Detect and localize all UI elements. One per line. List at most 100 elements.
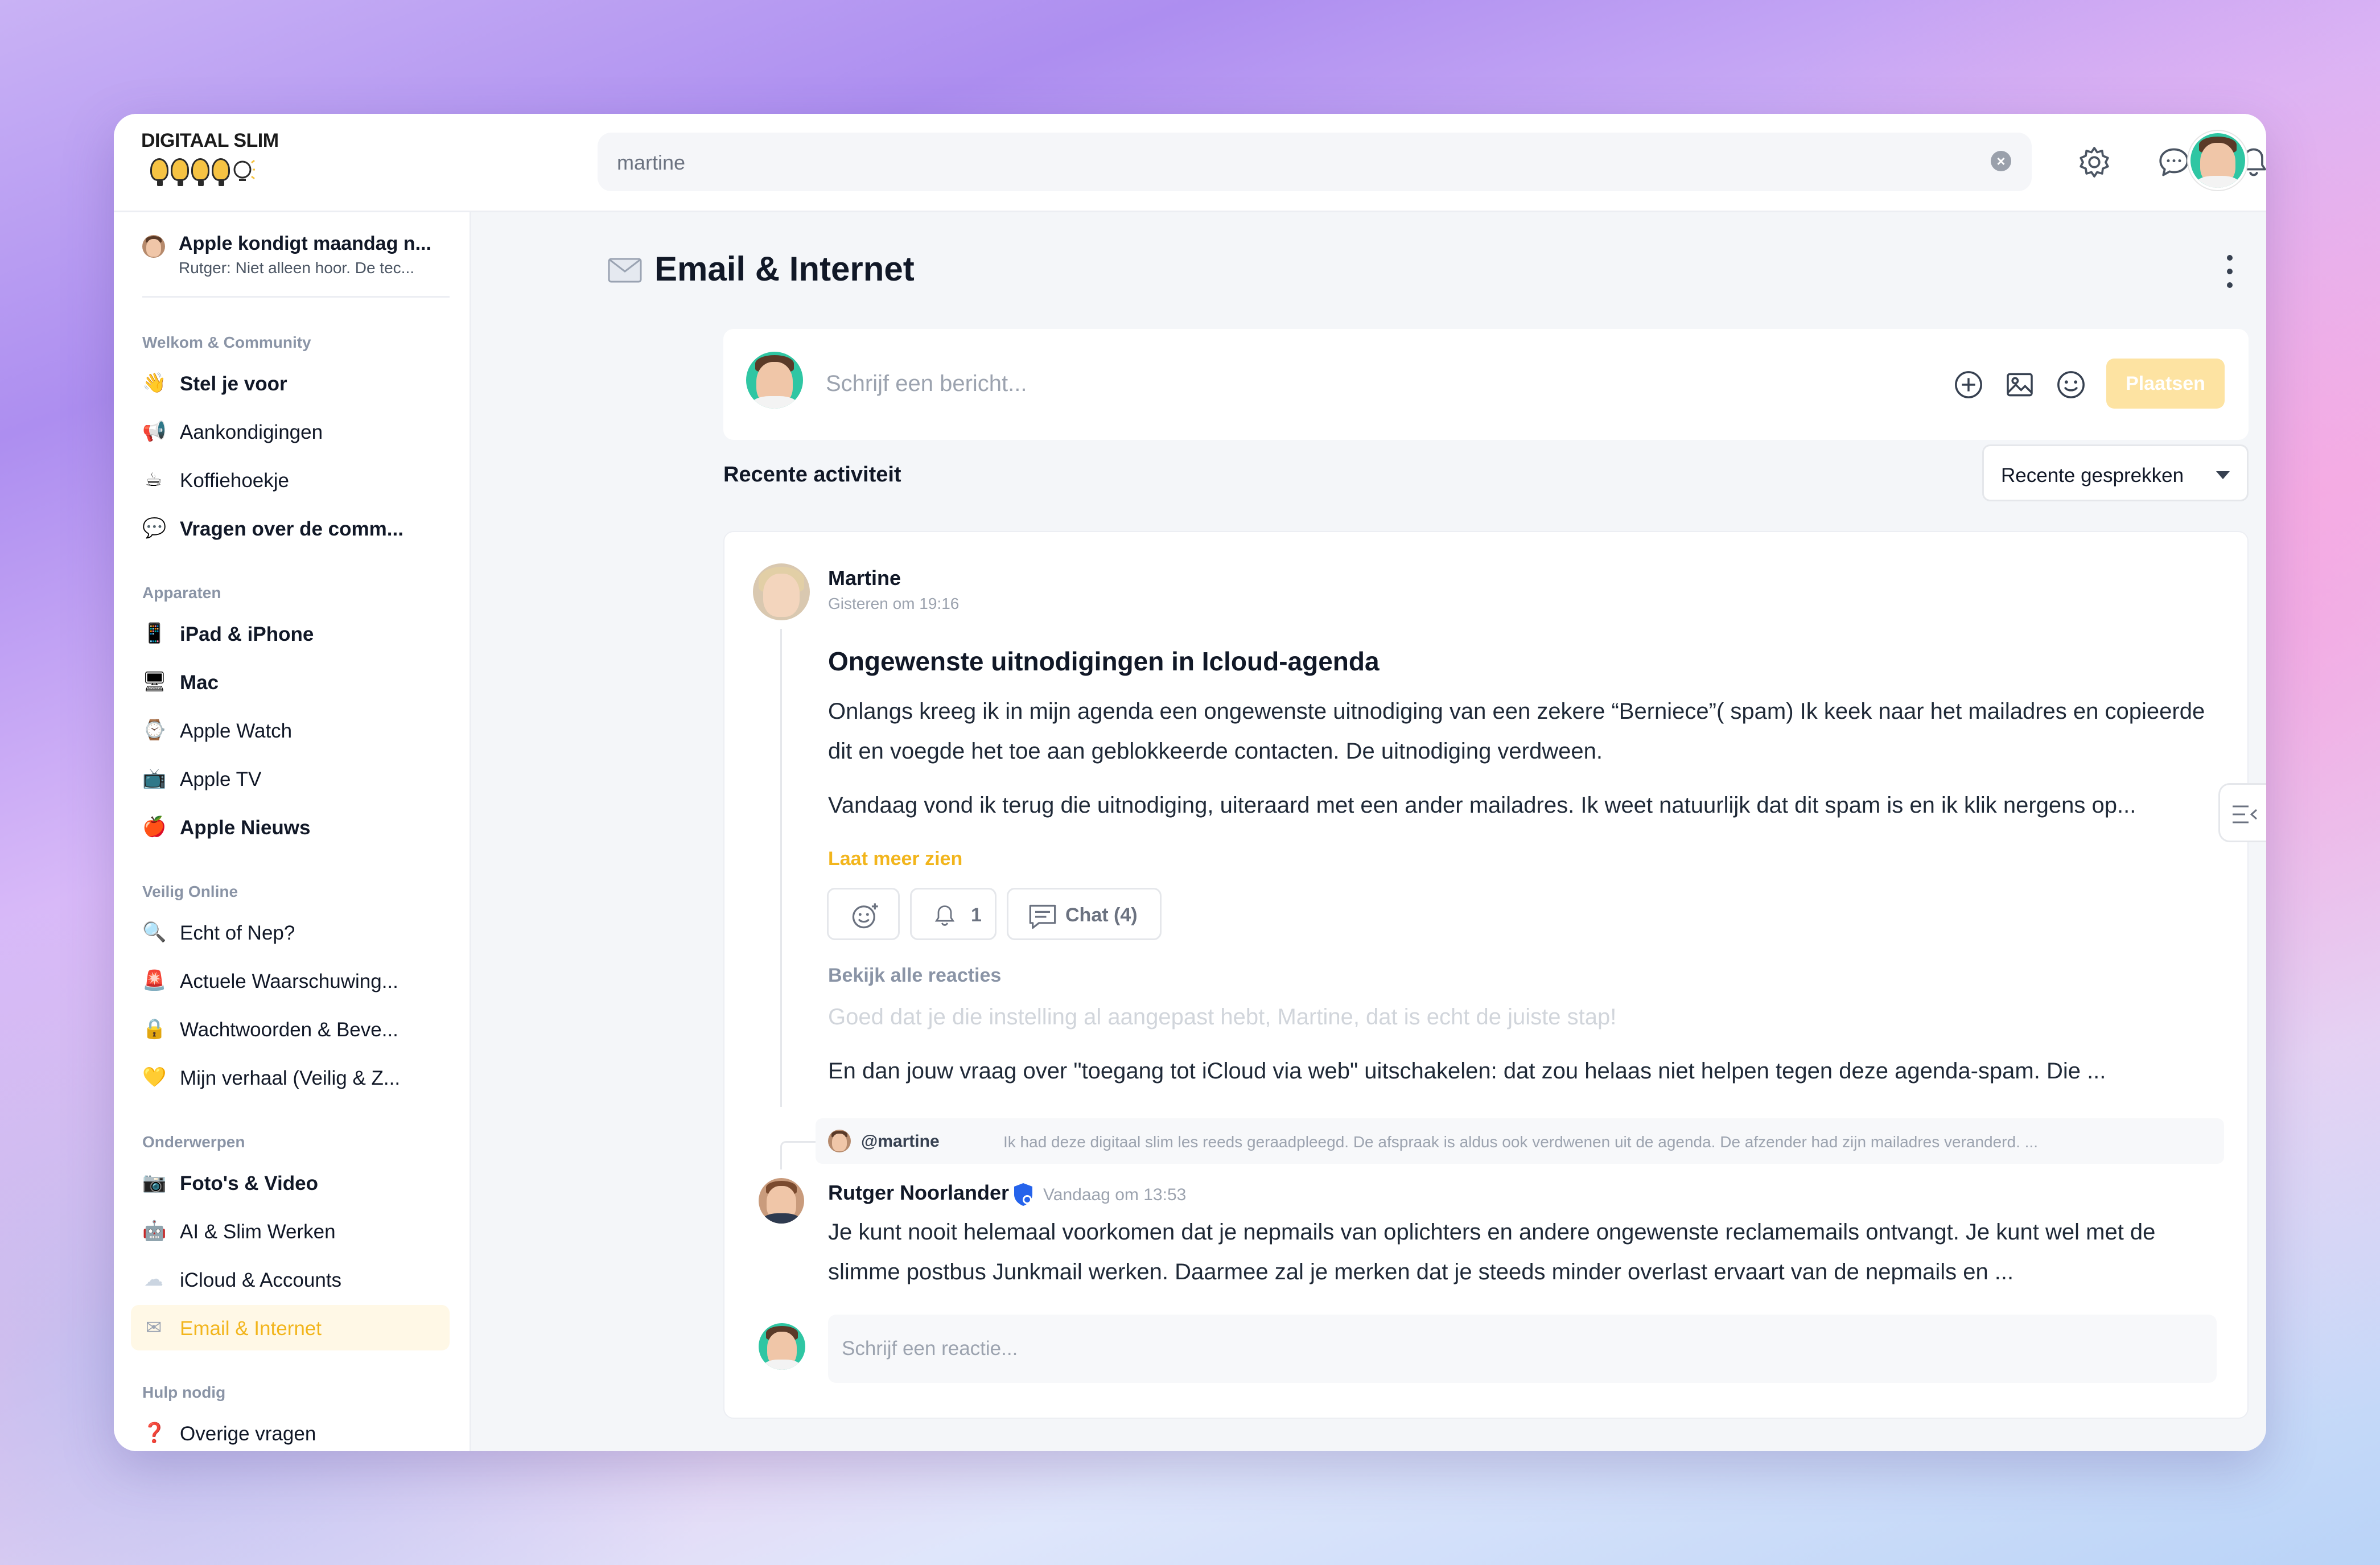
sidebar-item-icloud-accounts[interactable]: ☁ iCloud & Accounts [131,1257,450,1302]
post-body: Onlangs kreeg ik in mijn agenda een onge… [828,699,2205,764]
post-composer: Schrijf een bericht... Plaatsen [723,329,2249,440]
more-options-icon[interactable] [2227,255,2234,295]
add-icon[interactable] [1953,369,1984,401]
image-icon[interactable] [2004,369,2036,401]
logo[interactable]: DIGITAAL SLIM [141,130,289,198]
sidebar-item-aankondigingen[interactable]: 📢 Aankondigingen [131,409,450,454]
section-heading: Onderwerpen [142,1133,245,1151]
sidebar-item-overige-vragen[interactable]: ❓ Overige vragen [131,1410,450,1451]
watch-icon: ⌚ [142,719,167,741]
sidebar-item-apple-watch[interactable]: ⌚ Apple Watch [131,707,450,753]
sidebar-item-label: Echt of Nep? [180,922,295,944]
sidebar-item-label: Apple TV [180,768,262,790]
react-button[interactable] [827,888,900,940]
chat-icon[interactable] [2157,145,2191,179]
sidebar-item-label: Stel je voor [180,373,287,395]
previous-reply-faded: Goed dat je die instelling al aangepast … [828,1004,1617,1029]
sidebar-item-label: Actuele Waarschuwing... [180,970,398,992]
show-more-link[interactable]: Laat meer zien [828,848,962,870]
waving-hand-icon: 👋 [142,372,167,394]
app-window: DIGITAAL SLIM martine × Apple kondigt ma… [114,114,2266,1451]
recent-activity-heading: Recente activiteit [723,463,901,487]
sidebar-item-label: Mac [180,672,219,694]
desktop-icon: 🖥 [142,671,167,693]
top-bar: DIGITAAL SLIM martine × [114,114,2266,212]
lightbulbs-icon [150,158,255,188]
sidebar-item-label: Overige vragen [180,1423,316,1445]
bell-icon [934,905,955,926]
main-content: Email & Internet Schrijf een bericht... … [471,212,2266,1451]
comment-icon [1029,904,1056,929]
emoji-icon[interactable] [2055,369,2087,401]
apple-icon: 🍎 [142,816,167,838]
sidebar-item-stel-je-voor[interactable]: 👋 Stel je voor [131,360,450,406]
magnifier-icon: 🔍 [142,921,167,943]
avatar[interactable] [753,563,810,620]
pinned-title: Apple kondigt maandag n... [179,233,431,254]
see-all-reactions-link[interactable]: Bekijk alle reacties [828,965,1001,987]
add-reaction-icon [852,903,878,929]
user-avatar[interactable] [2188,131,2247,190]
follow-button[interactable]: 1 [910,888,997,940]
avatar [828,1130,851,1152]
chat-button[interactable]: Chat (4) [1007,888,1162,940]
sort-dropdown[interactable]: Recente gesprekken [1982,444,2249,501]
search-input[interactable]: martine [617,151,685,175]
sort-dropdown-value: Recente gesprekken [2001,464,2184,487]
tv-icon: 📺 [142,768,167,789]
heart-icon: 💛 [142,1066,167,1088]
sidebar-item-ipad-iphone[interactable]: 📱 iPad & iPhone [131,611,450,656]
sidebar-item-email-internet[interactable]: ✉ Email & Internet [131,1305,450,1350]
reply-input-placeholder: Schrijf een reactie... [842,1337,1018,1360]
chat-label: Chat (4) [1065,904,1138,926]
sidebar-item-label: Apple Watch [180,720,293,742]
avatar[interactable] [759,1178,804,1224]
sidebar-item-waarschuwingen[interactable]: 🚨 Actuele Waarschuwing... [131,958,450,1003]
sidebar-item-echt-of-nep[interactable]: 🔍 Echt of Nep? [131,909,450,955]
sidebar-item-label: Aankondigingen [180,421,323,443]
pinned-conversation[interactable]: Apple kondigt maandag n... Rutger: Niet … [142,229,450,298]
sidebar: Apple kondigt maandag n... Rutger: Niet … [114,212,471,1451]
camera-icon: 📷 [142,1172,167,1193]
siren-icon: 🚨 [142,970,167,991]
post-button[interactable]: Plaatsen [2106,359,2225,409]
reply-input[interactable]: Schrijf een reactie... [828,1315,2217,1383]
post-title[interactable]: Ongewenste uitnodigingen in Icloud-agend… [828,646,1380,677]
sidebar-item-koffiehoekje[interactable]: ☕ Koffiehoekje [131,457,450,503]
avatar [759,1323,805,1370]
envelope-icon: ✉ [145,1317,162,1339]
sidebar-item-label: Wachtwoorden & Beve... [180,1019,398,1041]
chevron-down-icon [2216,471,2230,479]
post-author[interactable]: Martine [828,566,901,590]
section-heading: Welkom & Community [142,333,311,351]
avatar [746,352,803,409]
sidebar-item-label: iCloud & Accounts [180,1269,342,1291]
message-input[interactable]: Schrijf een bericht... [826,371,1027,397]
sidebar-item-label: Apple Nieuws [180,817,311,839]
sidebar-item-apple-nieuws[interactable]: 🍎 Apple Nieuws [131,804,450,850]
sidebar-item-apple-tv[interactable]: 📺 Apple TV [131,756,450,801]
sidebar-item-fotos-video[interactable]: 📷 Foto's & Video [131,1160,450,1205]
search-bar[interactable]: martine × [598,133,2032,191]
pinned-subtitle: Rutger: Niet alleen hoor. De tec... [179,259,414,277]
cloud-icon: ☁ [144,1269,163,1290]
thread-line [780,629,782,1107]
quoted-text: Ik had deze digitaal slim les reeds gera… [1003,1133,2038,1151]
quoted-reply[interactable]: @martine Ik had deze digitaal slim les r… [816,1118,2224,1164]
toggle-panel-button[interactable] [2218,783,2266,842]
gear-icon[interactable] [2077,145,2111,179]
post-body-continued: Vandaag vond ik terug die uitnodiging, u… [828,793,2136,818]
clear-search-icon[interactable]: × [1991,151,2011,171]
sidebar-item-mac[interactable]: 🖥 Mac [131,659,450,705]
reply-snippet: En dan jouw vraag over "toegang tot iClo… [828,1059,2106,1084]
sidebar-item-ai-slim-werken[interactable]: 🤖 AI & Slim Werken [131,1208,450,1254]
robot-icon: 🤖 [142,1220,167,1242]
phone-icon: 📱 [142,623,167,644]
sidebar-item-mijn-verhaal[interactable]: 💛 Mijn verhaal (Veilig & Z... [131,1055,450,1100]
sidebar-item-wachtwoorden[interactable]: 🔒 Wachtwoorden & Beve... [131,1006,450,1052]
reply-author[interactable]: Rutger Noorlander [828,1181,1009,1205]
sidebar-item-vragen-community[interactable]: 💬 Vragen over de comm... [131,505,450,551]
avatar [142,235,165,258]
post-timestamp: Gisteren om 19:16 [828,595,960,612]
coffee-icon: ☕ [145,469,163,491]
